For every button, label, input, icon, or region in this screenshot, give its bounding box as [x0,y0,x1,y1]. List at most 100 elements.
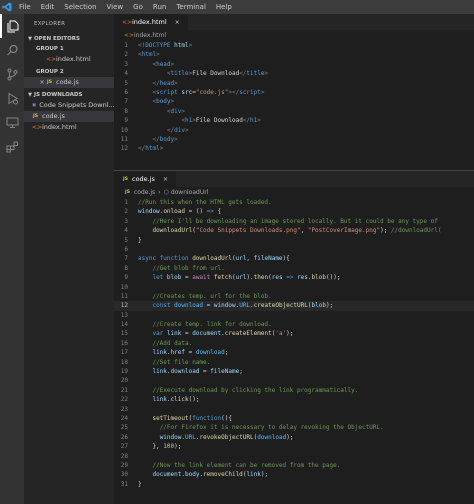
line-number: 31 [120,480,128,488]
folder-item-code-js[interactable]: JS code.js [24,111,114,122]
code-line[interactable]: 10 </div> [114,126,474,135]
open-editor-code-js[interactable]: × JS code.js [24,77,114,88]
code-line[interactable]: 3 <head> [114,60,474,69]
menu-item-go[interactable]: Go [128,0,148,14]
code-line[interactable]: 31} [114,480,474,489]
close-icon[interactable]: × [38,77,46,88]
menu-item-edit[interactable]: Edit [36,0,60,14]
code-line[interactable]: 11 </body> [114,135,474,144]
code-editor[interactable]: 1 <!DOCTYPE html> 2 <html> 3 <head> 4 <title>… [114,41,474,154]
run-debug-icon[interactable] [0,86,24,110]
code-token: //Creates temp. url for the blob. [152,292,272,300]
code-line[interactable]: 18 //Set file name. [114,358,474,367]
code-line[interactable]: 2 <html> [114,50,474,59]
code-line[interactable]: 7 <body> [114,97,474,106]
folder-item-image[interactable]: ▣ Code Snippets Downl... [24,100,114,111]
line-text: const download = window.URL.createObject… [138,301,333,310]
code-token: //Here I'll be downloading an image stor… [152,217,438,225]
code-line[interactable]: 26 window.URL.revokeObjectURL(download); [114,433,474,442]
code-line[interactable]: 19 link.download = fileName; [114,367,474,376]
code-token: //Now the link element can be removed fr… [152,461,341,469]
line-number: 28 [120,452,128,460]
code-token: </ [152,79,160,87]
code-token: onload [163,208,185,216]
code-line[interactable]: 6 [114,245,474,254]
code-line[interactable]: 24 setTimeout(function(){ [114,414,474,423]
code-line[interactable]: 25 //For Firefox it is necessary to dela… [114,423,474,432]
code-line[interactable]: 29 //Now the link element can be removed… [114,461,474,470]
code-token: let [152,274,167,282]
code-line[interactable]: 10 [114,283,474,292]
code-line[interactable]: 5 </head> [114,79,474,88]
code-line[interactable]: 15 var link = document.createElement('a'… [114,329,474,338]
code-line[interactable]: 13 [114,311,474,320]
code-token: > [156,51,160,59]
code-line[interactable]: 14 //Create temp. link for download. [114,320,474,329]
menu-item-terminal[interactable]: Terminal [171,0,211,14]
menu-item-view[interactable]: View [102,0,129,14]
code-line[interactable]: 11 //Creates temp. url for the blob. [114,292,474,301]
remote-explorer-icon[interactable] [0,110,24,134]
close-icon[interactable]: × [163,176,168,183]
code-line[interactable]: 2 window.onload = () => { [114,207,474,216]
menu-item-run[interactable]: Run [148,0,171,14]
tab-label: index.html [132,18,167,26]
breadcrumb-item[interactable]: code.js [134,187,155,198]
breadcrumb-item[interactable]: index.html [134,30,166,41]
source-control-icon[interactable] [0,62,24,86]
line-text: <html> [138,50,160,59]
close-icon[interactable]: × [175,19,180,26]
code-line[interactable]: 27 }, 100); [114,442,474,451]
extensions-icon[interactable] [0,134,24,158]
code-line[interactable]: 9 let blob = await fetch(url).then(res =… [114,273,474,282]
chevron-down-icon: ▼ [28,92,32,98]
group-2-label[interactable]: GROUP 2 [24,67,114,77]
open-editor-index-html[interactable]: <> index.html [24,54,114,65]
code-line[interactable]: 17 link.href = download; [114,348,474,357]
search-icon[interactable] [0,38,24,62]
code-line[interactable]: 8 //Get blob from url. [114,264,474,273]
open-editors-header[interactable]: ▼ OPEN EDITORS [24,34,114,44]
code-line[interactable]: 1 <!DOCTYPE html> [114,41,474,50]
code-line[interactable]: 7 async function downloadUrl(url, fileNam… [114,254,474,263]
code-line[interactable]: 6 <script src="code.js"></script> [114,88,474,97]
code-line[interactable]: 12 </html> [114,144,474,153]
code-token: html [174,42,189,49]
line-text: //For Firefox it is necessary to delay r… [138,423,384,432]
code-line[interactable]: 28 [114,452,474,461]
line-text: <div> [138,107,185,116]
menu-item-help[interactable]: Help [211,0,237,14]
folder-header[interactable]: ▼ JS DOWNLOADS [24,90,114,100]
tab-code-js[interactable]: JS code.js × [114,171,177,187]
code-line[interactable]: 16 //Add data. [114,339,474,348]
code-line[interactable]: 5} [114,236,474,245]
code-line[interactable]: 4 downloadUrl("Code Snippets Downloads.p… [114,226,474,235]
code-editor[interactable]: 1 //Run this when the HTML gets loaded. 2 w… [114,198,474,489]
group-1-label[interactable]: GROUP 1 [24,44,114,54]
code-line[interactable]: 21 //Execute download by clicking the li… [114,386,474,395]
code-line[interactable]: 4 <title>File Download</title> [114,69,474,78]
file-name: code.js [42,112,65,120]
line-number: 25 [120,424,128,432]
code-line[interactable]: 20 [114,376,474,385]
explorer-sidebar: EXPLORER ▼ OPEN EDITORS GROUP 1 <> index… [24,14,114,504]
line-number: 26 [120,433,128,441]
line-text: <body> [138,97,174,106]
code-line[interactable]: 22 link.click(); [114,395,474,404]
code-line[interactable]: 12 const download = window.URL.createObj… [114,301,474,311]
menu-item-file[interactable]: File [14,0,36,14]
files-icon[interactable] [0,14,24,38]
code-line[interactable]: 3 //Here I'll be downloading an image st… [114,217,474,226]
code-line[interactable]: 23 [114,405,474,414]
code-line[interactable]: 8 <div> [114,107,474,116]
code-token: > [181,107,185,115]
code-line[interactable]: 30 document.body.removeChild(link); [114,470,474,479]
code-line[interactable]: 1 //Run this when the HTML gets loaded. [114,198,474,207]
code-line[interactable]: 9 <h1>File Download</h1> [114,116,474,125]
tab-index-html[interactable]: <> index.html × [114,14,189,30]
breadcrumb-item[interactable]: downloadUrl [171,187,209,198]
menu-item-selection[interactable]: Selection [59,0,101,14]
folder-item-index-html[interactable]: <> index.html [24,122,114,133]
